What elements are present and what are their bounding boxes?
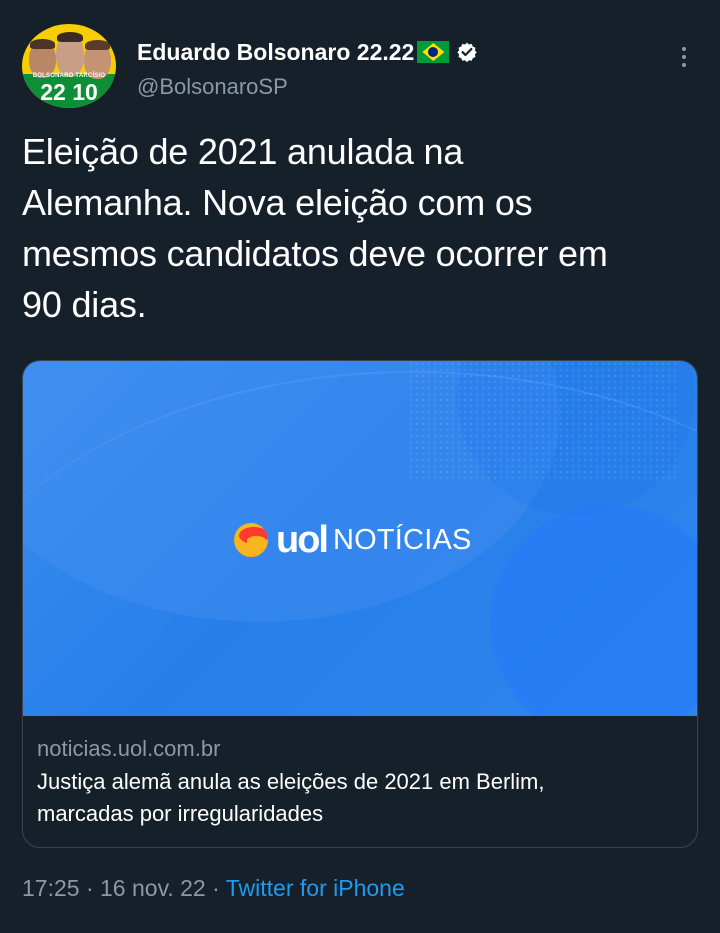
link-preview-card[interactable]: uol NOTÍCIAS noticias.uol.com.br Justiça…	[22, 360, 698, 848]
more-options-dot	[682, 47, 686, 51]
tweet-detail-page: BOLSONARO TARCÍSIO 22 10 Eduardo Bolsona…	[0, 0, 720, 933]
metadata-separator: ·	[79, 875, 101, 901]
tweet-metadata: 17:25 · 16 nov. 22 · Twitter for iPhone	[22, 872, 405, 904]
avatar-hair-right	[85, 40, 110, 50]
more-options-icon[interactable]	[672, 42, 696, 72]
avatar-hair-center	[57, 32, 83, 42]
tweet-date: 16 nov. 22	[100, 875, 206, 901]
more-options-dot	[682, 55, 686, 59]
author-avatar[interactable]: BOLSONARO TARCÍSIO 22 10	[22, 24, 116, 108]
uol-noticias-logo: uol NOTÍCIAS	[234, 519, 472, 561]
link-preview-details[interactable]: noticias.uol.com.br Justiça alemã anula …	[23, 716, 697, 830]
author-display-name[interactable]: Eduardo Bolsonaro 22.22	[137, 38, 414, 66]
more-options-dot	[682, 63, 686, 67]
link-preview-image[interactable]: uol NOTÍCIAS	[23, 361, 697, 716]
verified-badge-icon	[456, 41, 478, 63]
tweet-time: 17:25	[22, 875, 80, 901]
author-handle[interactable]: @BolsonaroSP	[137, 75, 478, 99]
brazil-flag-icon	[417, 41, 450, 63]
tweet-source-link[interactable]: Twitter for iPhone	[226, 875, 405, 901]
avatar-hair-left	[30, 39, 55, 49]
uol-logo-icon	[234, 523, 268, 557]
metadata-separator: ·	[205, 875, 226, 901]
link-title[interactable]: Justiça alemã anula as eleições de 2021 …	[37, 766, 682, 830]
display-name-row[interactable]: Eduardo Bolsonaro 22.22	[137, 37, 478, 67]
avatar-campaign-numbers: 22 10	[40, 79, 98, 105]
tweet-text: Eleição de 2021 anulada na Alemanha. Nov…	[22, 131, 608, 325]
link-domain[interactable]: noticias.uol.com.br	[37, 735, 682, 763]
tweet-author-header: BOLSONARO TARCÍSIO 22 10 Eduardo Bolsona…	[22, 24, 698, 108]
noticias-brand-text: NOTÍCIAS	[332, 524, 472, 556]
author-name-block[interactable]: Eduardo Bolsonaro 22.22 @BolsonaroSP	[137, 37, 478, 99]
uol-brand-text: uol	[276, 519, 329, 561]
